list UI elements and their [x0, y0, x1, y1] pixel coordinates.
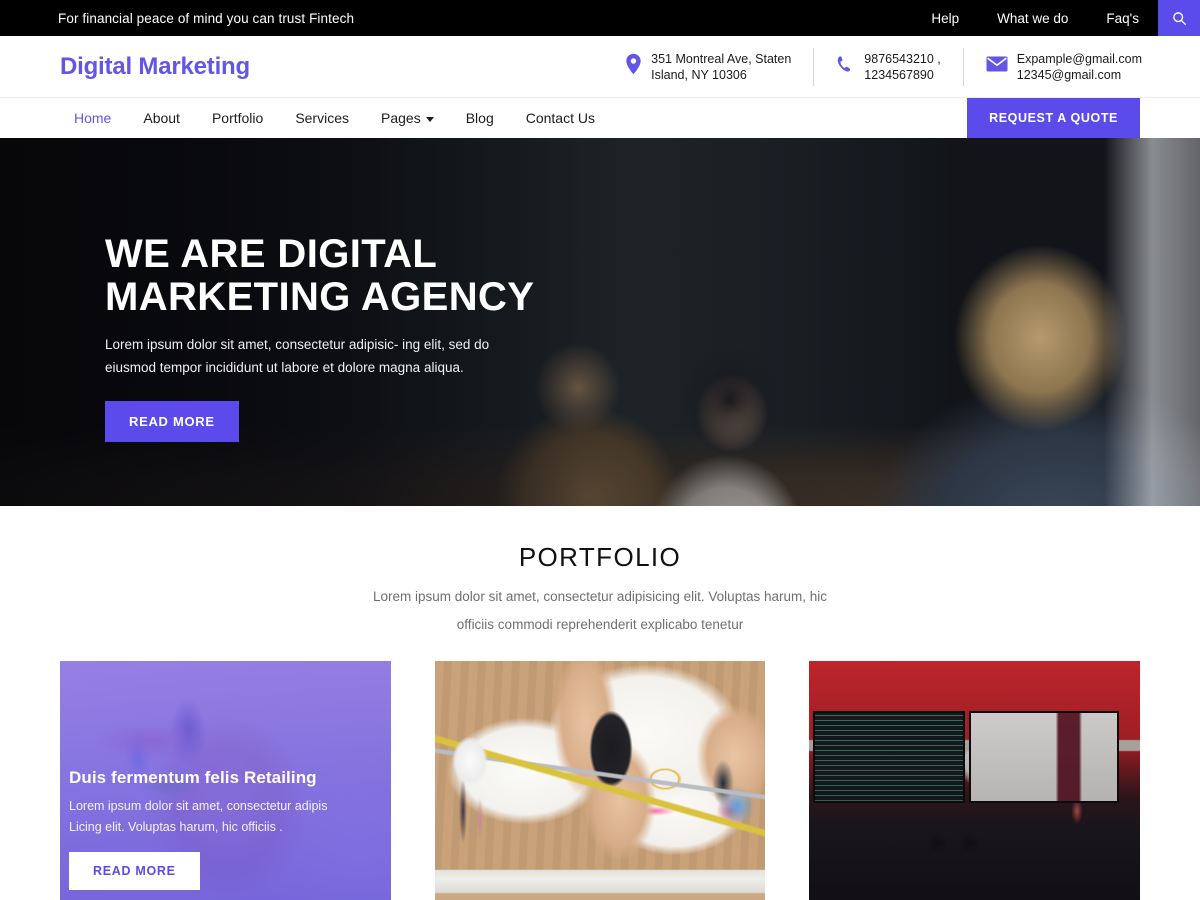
search-button[interactable] — [1158, 0, 1200, 36]
contact-address-line1: 351 Montreal Ave, Staten — [651, 51, 792, 66]
nav-item-pages[interactable]: Pages — [365, 110, 450, 126]
portfolio-card-1-body: Duis fermentum felis Retailing Lorem ips… — [69, 768, 382, 890]
nav-item-contact-us-label: Contact Us — [525, 110, 595, 126]
top-utility-bar: For financial peace of mind you can trus… — [0, 0, 1200, 36]
hero-subtitle: Lorem ipsum dolor sit amet, consectetur … — [105, 337, 490, 375]
hero-read-more-button[interactable]: READ MORE — [105, 401, 239, 442]
portfolio-card-1-read-more-button[interactable]: READ MORE — [69, 852, 200, 890]
hero-banner: WE ARE DIGITAL MARKETING AGENCY Lorem ip… — [0, 138, 1200, 506]
nav-item-blog[interactable]: Blog — [450, 110, 510, 126]
portfolio-card-1-text-line2: Licing elit. Voluptas harum, hic officii… — [69, 820, 283, 834]
topbar-link-faqs[interactable]: Faq's — [1087, 0, 1158, 36]
contact-address-text: 351 Montreal Ave, Staten Island, NY 1030… — [651, 51, 791, 83]
contact-address-line2: Island, NY 10306 — [651, 67, 747, 82]
nav-item-about[interactable]: About — [127, 110, 196, 126]
portfolio-card-3[interactable] — [809, 661, 1141, 900]
nav-item-services[interactable]: Services — [279, 110, 365, 126]
portfolio-card-1-text-line1: Lorem ipsum dolor sit amet, consectetur … — [69, 799, 328, 813]
contact-phone-line1: 9876543210 , — [864, 51, 941, 66]
nav-item-home-label: Home — [74, 110, 112, 126]
main-navigation: Home About Portfolio Services Pages Blog… — [0, 98, 1200, 138]
contact-email-line2: 12345@gmail.com — [1016, 67, 1122, 82]
nav-item-services-label: Services — [295, 110, 349, 126]
portfolio-card-2[interactable] — [434, 661, 766, 900]
phone-icon — [836, 55, 855, 79]
nav-item-portfolio-label: Portfolio — [211, 110, 264, 126]
portfolio-card-3-overlay — [809, 661, 1141, 900]
contact-address: 351 Montreal Ave, Staten Island, NY 1030… — [603, 51, 813, 83]
site-logo[interactable]: Digital Marketing — [60, 53, 250, 81]
search-icon — [1172, 11, 1187, 26]
hero-title-line2: MARKETING AGENCY — [105, 275, 535, 319]
topbar-link-help[interactable]: Help — [912, 0, 978, 36]
portfolio-card-1-text: Lorem ipsum dolor sit amet, consectetur … — [69, 796, 382, 838]
nav-item-pages-label: Pages — [381, 110, 421, 126]
nav-item-home[interactable]: Home — [58, 110, 127, 126]
hero-content: WE ARE DIGITAL MARKETING AGENCY Lorem ip… — [105, 233, 625, 442]
nav-item-portfolio[interactable]: Portfolio — [196, 110, 279, 126]
nav-item-blog-label: Blog — [465, 110, 494, 126]
topbar-link-what-we-do[interactable]: What we do — [978, 0, 1087, 36]
portfolio-title: PORTFOLIO — [518, 542, 682, 572]
nav-item-contact-us[interactable]: Contact Us — [510, 110, 611, 126]
hero-title: WE ARE DIGITAL MARKETING AGENCY — [105, 233, 625, 319]
top-links-group: Help What we do Faq's — [912, 0, 1200, 36]
portfolio-card-grid: Duis fermentum felis Retailing Lorem ips… — [0, 639, 1200, 900]
portfolio-card-1-title: Duis fermentum felis Retailing — [69, 768, 317, 787]
portfolio-card-1[interactable]: Duis fermentum felis Retailing Lorem ips… — [60, 661, 391, 900]
contact-phone-line2: 1234567890 — [864, 67, 934, 82]
contact-email-line1: Expample@gmail.com — [1016, 51, 1142, 66]
nav-item-list: Home About Portfolio Services Pages Blog… — [58, 98, 611, 138]
chevron-down-icon — [425, 116, 434, 122]
portfolio-section: PORTFOLIO Lorem ipsum dolor sit amet, co… — [0, 506, 1200, 900]
request-a-quote-button[interactable]: REQUEST A QUOTE — [967, 98, 1140, 138]
contact-phone-text: 9876543210 , 1234567890 — [864, 51, 940, 83]
nav-item-about-label: About — [143, 110, 180, 126]
portfolio-card-2-image — [434, 661, 766, 900]
header-contact-group: 351 Montreal Ave, Staten Island, NY 1030… — [603, 47, 1142, 86]
tagline-text: For financial peace of mind you can trus… — [58, 10, 355, 26]
contact-email-text: Expample@gmail.com 12345@gmail.com — [1017, 51, 1142, 83]
contact-phone: 9876543210 , 1234567890 — [814, 51, 962, 83]
envelope-icon — [986, 56, 1008, 77]
portfolio-subtitle: Lorem ipsum dolor sit amet, consectetur … — [373, 589, 827, 632]
contact-email: Expample@gmail.com 12345@gmail.com — [964, 51, 1142, 83]
location-pin-icon — [625, 53, 642, 80]
hero-title-line1: WE ARE DIGITAL — [105, 232, 438, 276]
site-header: Digital Marketing 351 Montreal Ave, Stat… — [0, 36, 1200, 98]
